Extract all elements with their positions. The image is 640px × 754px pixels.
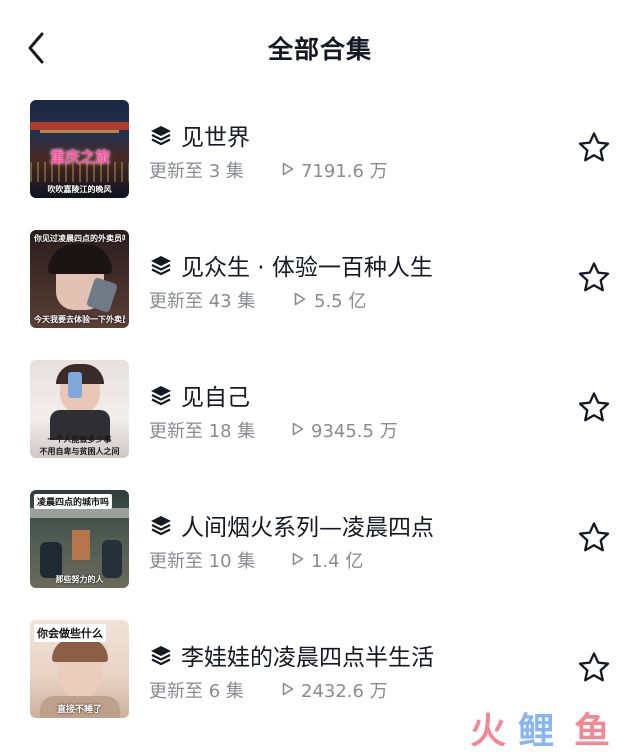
collection-item[interactable]: 你见过凌晨四点的外卖员吗 今天我要去体验一下外卖员的生活 见众生 · 体验一百种… xyxy=(0,230,640,330)
episode-count: 更新至 10 集 xyxy=(149,551,256,572)
thumbnail-tag: 凌晨四点的城市吗 xyxy=(34,494,113,509)
collection-title: 李娃娃的凌晨四点半生活 xyxy=(181,645,434,671)
collection-thumbnail[interactable]: 你会做些什么 直接不睡了 xyxy=(30,620,129,718)
collection-item[interactable]: 一个人能做多少事 不用自卑与贫困人之间 见自己 更新至 18 集 9345.5 … xyxy=(0,360,640,460)
play-count: 7191.6 万 xyxy=(301,161,388,182)
collection-thumbnail[interactable]: 重庆之旅 吹吹嘉陵江的晚风 xyxy=(30,100,129,198)
star-outline-icon[interactable] xyxy=(576,390,612,426)
thumbnail-caption-mid: 一个人能做多少事 xyxy=(47,435,112,444)
collection-title: 人间烟火系列—凌晨四点 xyxy=(181,515,434,541)
collection-thumbnail[interactable]: 一个人能做多少事 不用自卑与贫困人之间 xyxy=(30,360,129,458)
play-icon xyxy=(292,422,304,436)
thumbnail-caption-top: 你见过凌晨四点的外卖员吗 xyxy=(34,234,125,243)
star-outline-icon[interactable] xyxy=(576,520,612,556)
collection-item[interactable]: 凌晨四点的城市吗 那些努力的人 人间烟火系列—凌晨四点 更新至 10 集 1.4… xyxy=(0,490,640,590)
collection-title: 见世界 xyxy=(181,125,250,151)
episode-count: 更新至 43 集 xyxy=(149,291,256,312)
layers-icon xyxy=(151,256,171,276)
top-bar: 全部合集 xyxy=(0,0,640,96)
collection-title: 见自己 xyxy=(181,385,250,411)
thumbnail-title: 重庆之旅 xyxy=(50,148,111,166)
thumbnail-caption: 吹吹嘉陵江的晚风 xyxy=(47,185,112,194)
star-outline-icon[interactable] xyxy=(576,650,612,686)
episode-count: 更新至 6 集 xyxy=(149,681,244,702)
play-count: 2432.6 万 xyxy=(301,681,388,702)
collection-item[interactable]: 重庆之旅 吹吹嘉陵江的晚风 见世界 更新至 3 集 7191.6 万 xyxy=(0,100,640,200)
play-icon xyxy=(294,292,306,306)
episode-count: 更新至 18 集 xyxy=(149,421,256,442)
thumbnail-caption: 不用自卑与贫困人之间 xyxy=(39,447,120,456)
layers-icon xyxy=(151,516,171,536)
thumbnail-caption: 今天我要去体验一下外卖员的生活 xyxy=(34,315,125,324)
thumbnail-tag: 你会做些什么 xyxy=(34,624,106,642)
play-count: 9345.5 万 xyxy=(311,421,398,442)
thumbnail-caption: 直接不睡了 xyxy=(56,705,102,715)
star-outline-icon[interactable] xyxy=(576,260,612,296)
collection-thumbnail[interactable]: 凌晨四点的城市吗 那些努力的人 xyxy=(30,490,129,588)
layers-icon xyxy=(151,126,171,146)
play-icon xyxy=(292,552,304,566)
star-outline-icon[interactable] xyxy=(576,130,612,166)
play-count: 5.5 亿 xyxy=(314,291,367,312)
layers-icon xyxy=(151,386,171,406)
collection-title: 见众生 · 体验一百种人生 xyxy=(181,255,433,281)
watermark-logo: 火 鲤 鱼 xyxy=(470,711,611,752)
page-title: 全部合集 xyxy=(267,35,372,64)
play-icon xyxy=(282,162,294,176)
collection-thumbnail[interactable]: 你见过凌晨四点的外卖员吗 今天我要去体验一下外卖员的生活 xyxy=(30,230,129,328)
play-count: 1.4 亿 xyxy=(311,551,364,572)
thumbnail-caption: 那些努力的人 xyxy=(55,575,104,584)
episode-count: 更新至 3 集 xyxy=(149,161,244,182)
layers-icon xyxy=(151,646,171,666)
play-icon xyxy=(282,682,294,696)
